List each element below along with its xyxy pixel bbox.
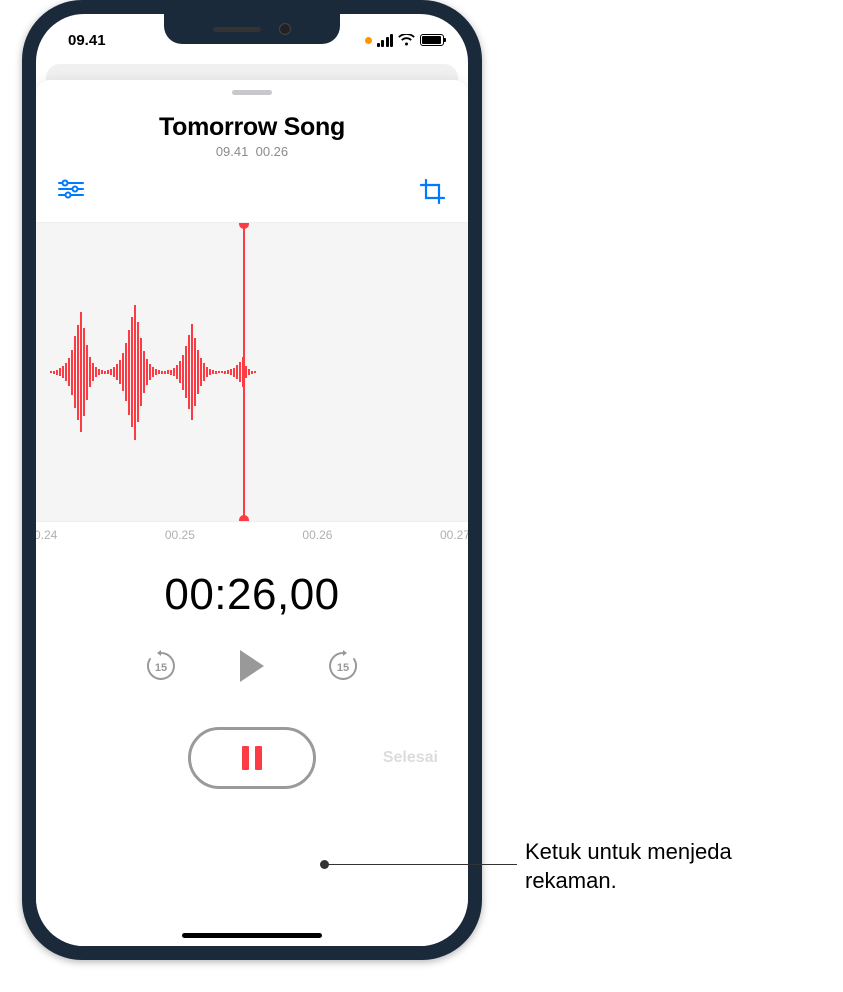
callout-leader-line	[325, 864, 517, 865]
done-button[interactable]: Selesai	[383, 749, 438, 767]
edit-toolbar	[36, 159, 468, 218]
pause-icon	[242, 746, 262, 770]
battery-icon	[420, 34, 444, 46]
elapsed-timer: 00:26,00	[36, 570, 468, 620]
phone-frame: 09.41 Tomorrow Song 09.41 00.2	[22, 0, 482, 960]
ruler-tick: 00.25	[165, 528, 195, 542]
options-button[interactable]	[58, 179, 84, 210]
svg-text:15: 15	[155, 662, 167, 674]
title-block: Tomorrow Song 09.41 00.26	[36, 113, 468, 159]
play-icon	[236, 648, 268, 684]
ruler-tick: 00.26	[302, 528, 332, 542]
pause-button[interactable]	[188, 727, 316, 789]
recording-indicator-dot	[365, 37, 372, 44]
cellular-signal-icon	[377, 34, 394, 47]
recording-subtitle: 09.41 00.26	[96, 144, 408, 159]
recording-sheet: Tomorrow Song 09.41 00.26	[36, 80, 468, 946]
ruler-tick: 0.24	[36, 528, 57, 542]
time-ruler: 0.24 00.25 00.26 00.27	[36, 522, 468, 542]
waveform	[36, 262, 256, 482]
wifi-icon	[398, 34, 415, 46]
forward-15-icon: 15	[326, 649, 360, 683]
play-button[interactable]	[236, 648, 268, 689]
bottom-controls: Selesai	[36, 727, 468, 789]
crop-icon	[420, 179, 446, 205]
trim-button[interactable]	[420, 179, 446, 210]
forward-15-button[interactable]: 15	[326, 649, 360, 688]
waveform-area[interactable]	[36, 222, 468, 522]
svg-text:15: 15	[337, 662, 349, 674]
sheet-grabber[interactable]	[232, 90, 272, 95]
playhead[interactable]	[243, 223, 245, 521]
ruler-tick: 00.27	[440, 528, 468, 542]
home-indicator[interactable]	[182, 933, 322, 938]
recording-title[interactable]: Tomorrow Song	[96, 113, 408, 142]
sliders-icon	[58, 179, 84, 199]
notch	[164, 14, 340, 44]
rewind-15-button[interactable]: 15	[144, 649, 178, 688]
callout-text: Ketuk untuk menjeda rekaman.	[525, 838, 805, 895]
rewind-15-icon: 15	[144, 649, 178, 683]
phone-screen: 09.41 Tomorrow Song 09.41 00.2	[36, 14, 468, 946]
playback-controls: 15 15	[36, 648, 468, 689]
